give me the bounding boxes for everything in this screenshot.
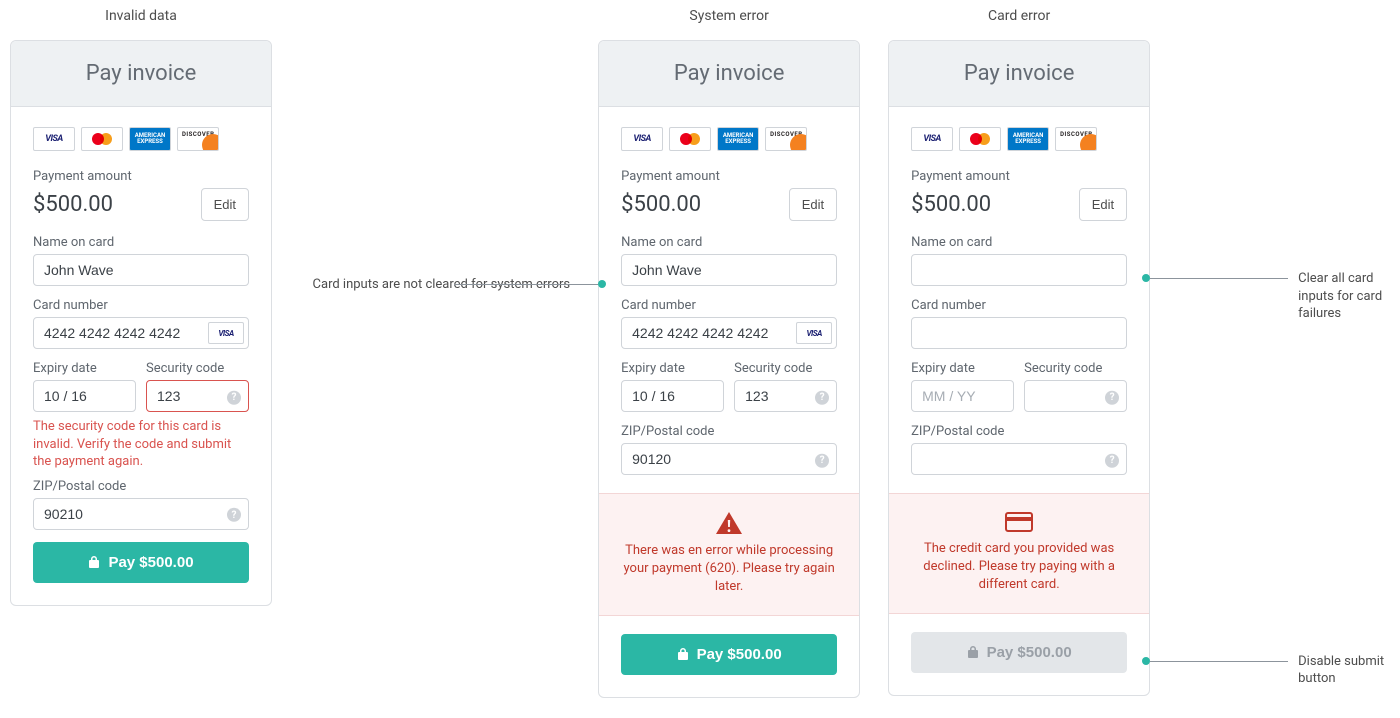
column-card-error: Card error Pay invoice VISA AMERICAN EXP…	[888, 8, 1150, 696]
mastercard-icon	[959, 127, 1001, 151]
name-label: Name on card	[33, 235, 249, 250]
name-label: Name on card	[621, 235, 837, 250]
zip-input[interactable]	[911, 443, 1127, 475]
card-brand-row: VISA AMERICAN EXPRESS DISCOVER	[621, 127, 837, 151]
detected-brand-icon: VISA	[796, 322, 832, 344]
payment-card-card-error: Pay invoice VISA AMERICAN EXPRESS DISCOV…	[888, 40, 1150, 696]
amex-icon: AMERICAN EXPRESS	[1007, 127, 1049, 151]
security-input[interactable]	[1024, 380, 1127, 412]
visa-icon: VISA	[621, 127, 663, 151]
pay-button-label: Pay $500.00	[987, 644, 1072, 661]
name-input[interactable]	[33, 254, 249, 286]
zip-input[interactable]	[33, 498, 249, 530]
amex-icon: AMERICAN EXPRESS	[717, 127, 759, 151]
edit-amount-button[interactable]: Edit	[789, 188, 837, 221]
payment-amount-label: Payment amount	[911, 169, 1127, 184]
lock-icon	[967, 645, 979, 659]
card-header: Pay invoice	[599, 41, 859, 107]
amex-icon: AMERICAN EXPRESS	[129, 127, 171, 151]
annotation-right: Clear all card inputs for card failures …	[1178, 8, 1400, 688]
mastercard-icon	[81, 127, 123, 151]
payment-amount-value: $500.00	[621, 192, 701, 217]
pay-button-disabled: Pay $500.00	[911, 632, 1127, 673]
name-label: Name on card	[911, 235, 1127, 250]
expiry-label: Expiry date	[911, 361, 1014, 376]
discover-icon: DISCOVER	[1055, 127, 1097, 151]
card-brand-row: VISA AMERICAN EXPRESS DISCOVER	[33, 127, 249, 151]
card-number-input[interactable]	[911, 317, 1127, 349]
mastercard-icon	[669, 127, 711, 151]
pay-button-label: Pay $500.00	[108, 554, 193, 571]
zip-input[interactable]	[621, 443, 837, 475]
expiry-input[interactable]	[621, 380, 724, 412]
column-title-invalid: Invalid data	[105, 8, 177, 24]
security-label: Security code	[146, 361, 249, 376]
card-title: Pay invoice	[21, 61, 261, 86]
edit-amount-button[interactable]: Edit	[201, 188, 249, 221]
expiry-label: Expiry date	[621, 361, 724, 376]
discover-icon: DISCOVER	[765, 127, 807, 151]
expiry-label: Expiry date	[33, 361, 136, 376]
expiry-input[interactable]	[911, 380, 1014, 412]
detected-brand-icon: VISA	[208, 322, 244, 344]
annotation-system-note: Card inputs are not cleared for system e…	[300, 276, 570, 294]
payment-card-invalid: Pay invoice VISA AMERICAN EXPRESS DISCOV…	[10, 40, 272, 606]
discover-icon: DISCOVER	[177, 127, 219, 151]
pay-button[interactable]: Pay $500.00	[621, 634, 837, 675]
expiry-input[interactable]	[33, 380, 136, 412]
pay-button-label: Pay $500.00	[697, 646, 782, 663]
column-system: System error Pay invoice VISA AMERICAN E…	[598, 8, 860, 698]
column-title-card-error: Card error	[988, 8, 1050, 24]
visa-icon: VISA	[911, 127, 953, 151]
annotation-disable-button: Disable submit button	[1178, 653, 1400, 688]
payment-amount-value: $500.00	[33, 192, 113, 217]
security-input[interactable]	[734, 380, 837, 412]
security-label: Security code	[734, 361, 837, 376]
card-error-panel: The credit card you provided was decline…	[889, 493, 1149, 614]
payment-card-system: Pay invoice VISA AMERICAN EXPRESS DISCOV…	[598, 40, 860, 698]
card-title: Pay invoice	[609, 61, 849, 86]
card-error-message: The credit card you provided was decline…	[909, 540, 1129, 595]
zip-label: ZIP/Postal code	[33, 479, 249, 494]
column-title-system: System error	[689, 8, 768, 24]
alert-icon	[716, 512, 742, 534]
card-number-label: Card number	[33, 298, 249, 313]
card-title: Pay invoice	[899, 61, 1139, 86]
card-header: Pay invoice	[889, 41, 1149, 107]
card-header: Pay invoice	[11, 41, 271, 107]
edit-amount-button[interactable]: Edit	[1079, 188, 1127, 221]
name-input[interactable]	[911, 254, 1127, 286]
credit-card-icon	[1005, 512, 1033, 532]
card-brand-row: VISA AMERICAN EXPRESS DISCOVER	[911, 127, 1127, 151]
card-number-label: Card number	[911, 298, 1127, 313]
card-number-label: Card number	[621, 298, 837, 313]
payment-amount-label: Payment amount	[621, 169, 837, 184]
pay-button[interactable]: Pay $500.00	[33, 542, 249, 583]
visa-icon: VISA	[33, 127, 75, 151]
security-error-message: The security code for this card is inval…	[33, 418, 249, 471]
name-input[interactable]	[621, 254, 837, 286]
column-invalid: Invalid data Pay invoice VISA AMERICAN E…	[10, 8, 272, 606]
zip-label: ZIP/Postal code	[621, 424, 837, 439]
security-input[interactable]	[146, 380, 249, 412]
payment-amount-value: $500.00	[911, 192, 991, 217]
lock-icon	[677, 647, 689, 661]
payment-amount-label: Payment amount	[33, 169, 249, 184]
system-error-panel: There was en error while processing your…	[599, 493, 859, 616]
zip-label: ZIP/Postal code	[911, 424, 1127, 439]
lock-icon	[88, 555, 100, 569]
system-error-message: There was en error while processing your…	[619, 542, 839, 597]
security-label: Security code	[1024, 361, 1127, 376]
